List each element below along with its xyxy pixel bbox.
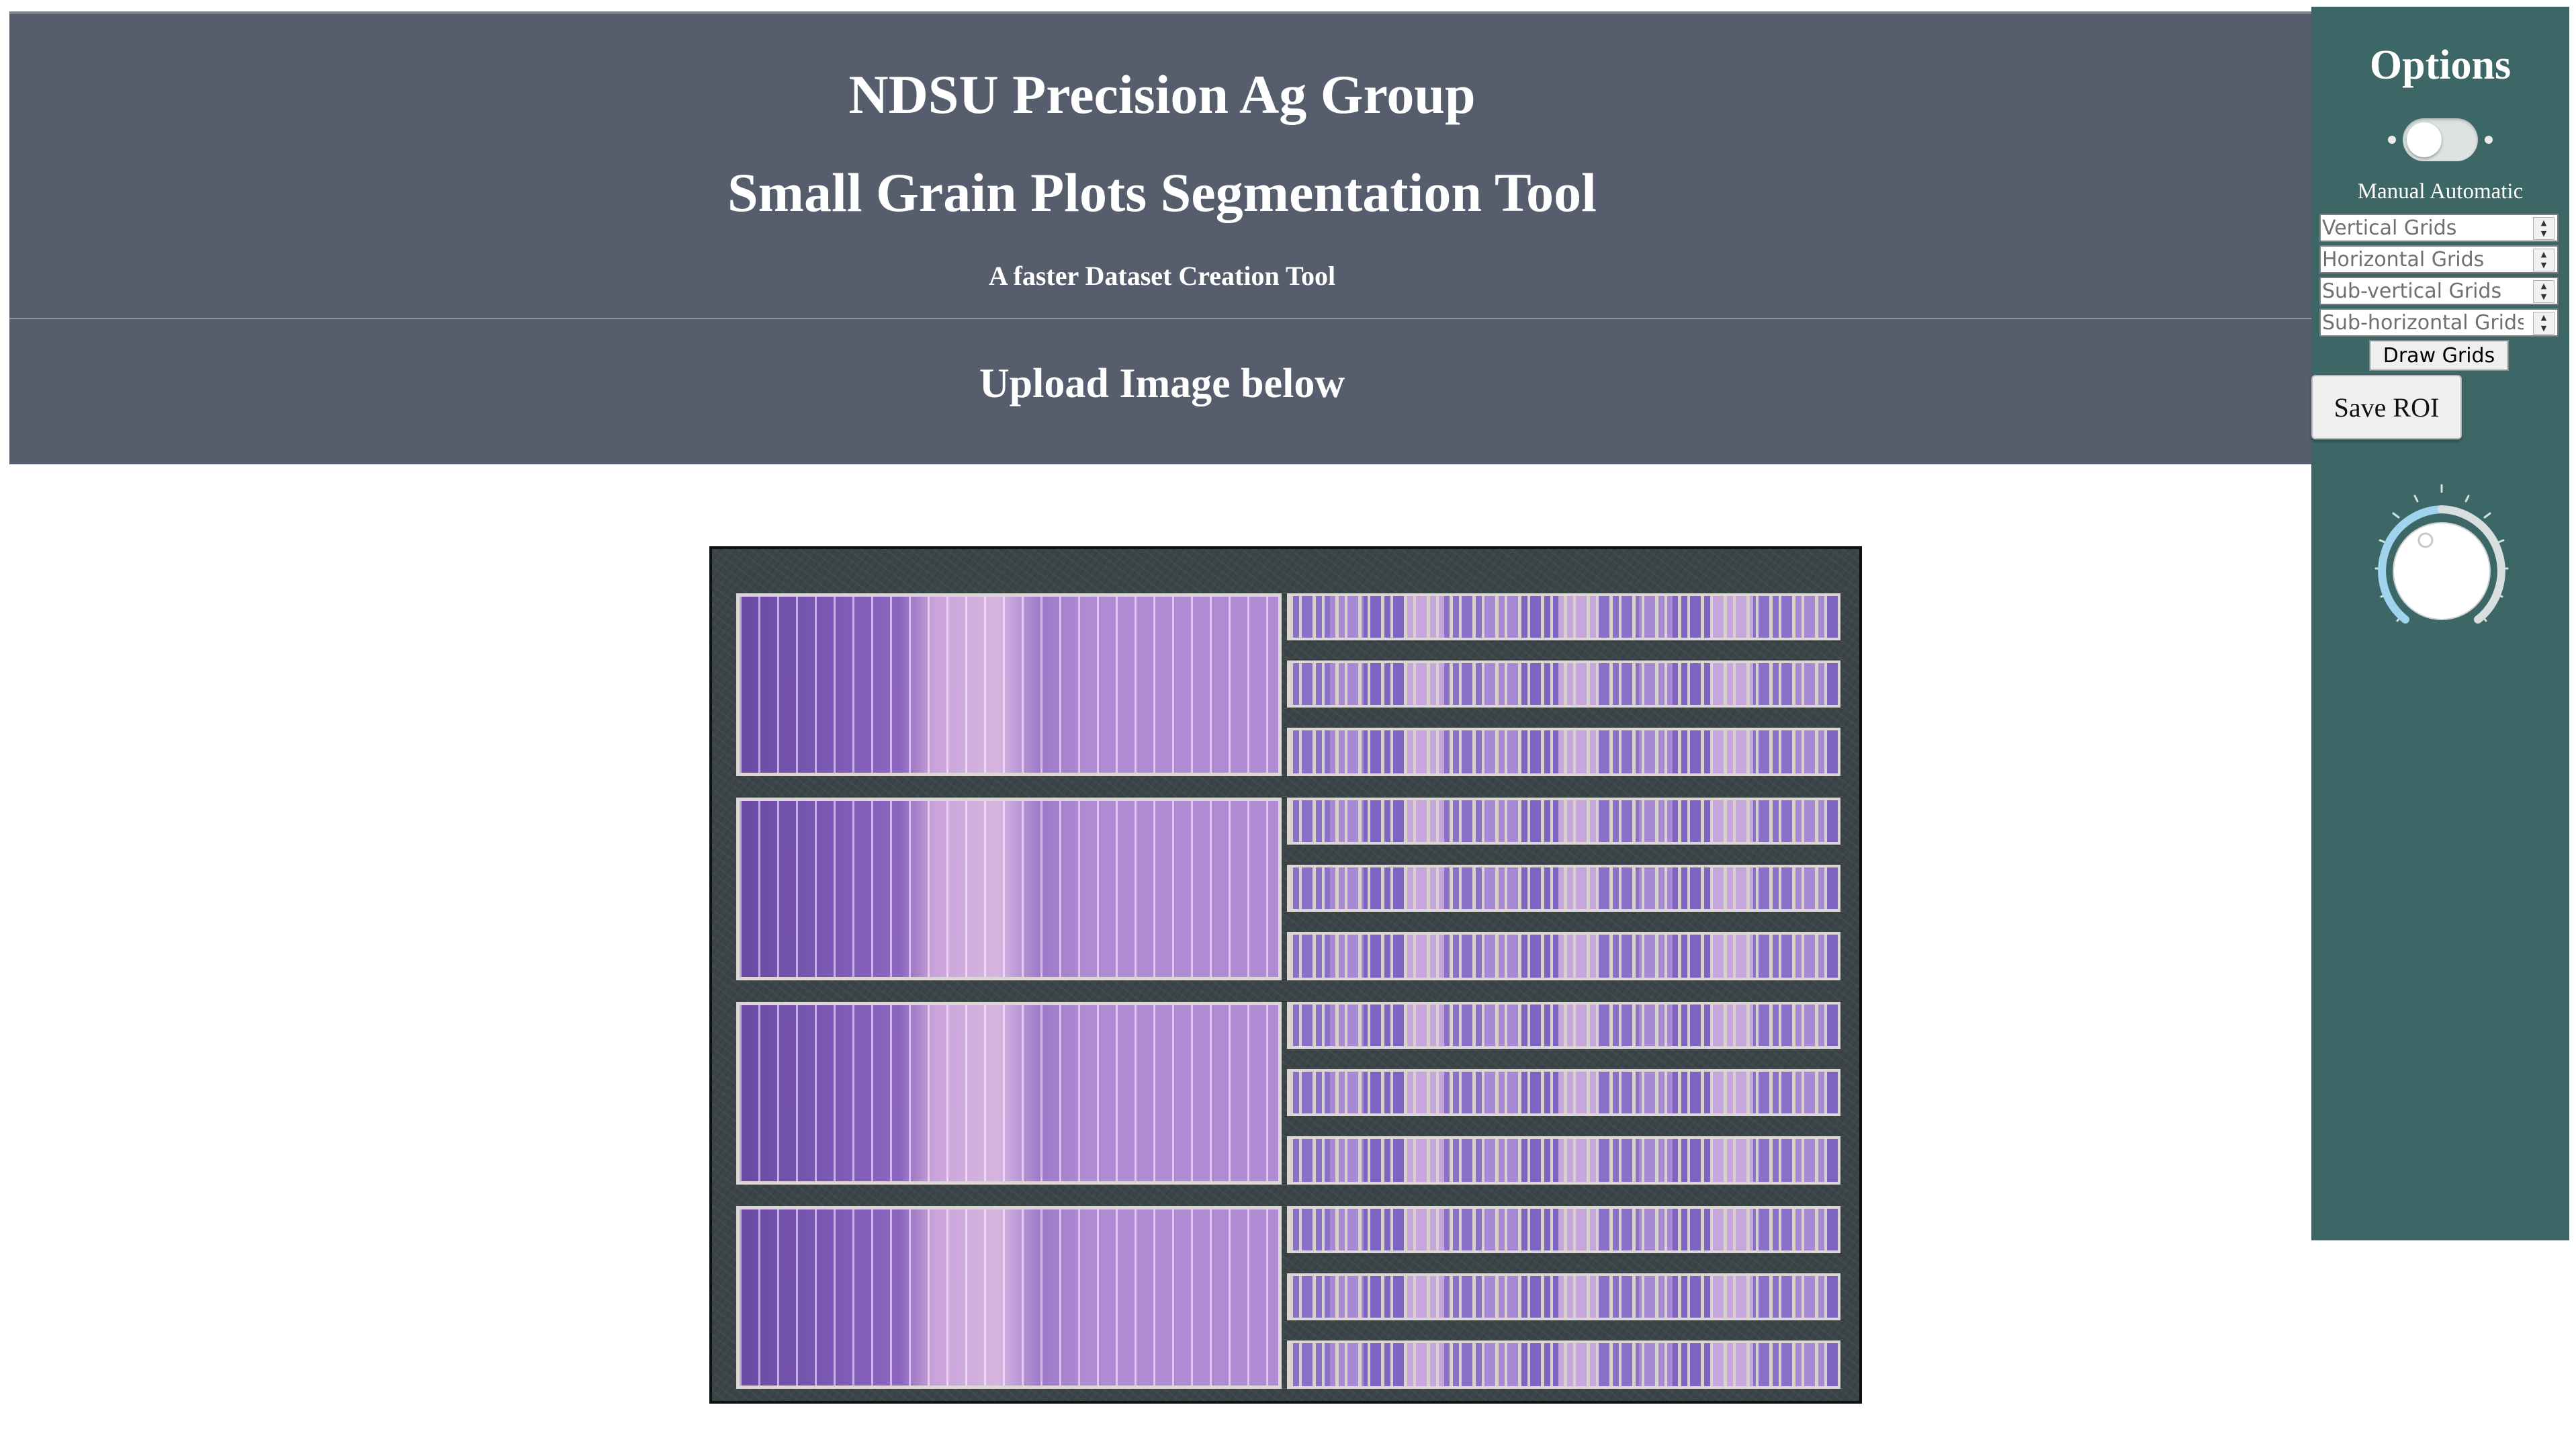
upload-label: Upload Image below: [979, 361, 1345, 407]
plot-range-dense: [736, 798, 1282, 980]
plot-row: [1287, 1136, 1840, 1185]
rotation-dial-icon[interactable]: [2331, 470, 2553, 665]
plot-range-dense: [736, 1002, 1282, 1185]
field-image[interactable]: [709, 546, 1862, 1404]
stepper-up-icon[interactable]: ▲: [2534, 249, 2554, 260]
header-banner: NDSU Precision Ag Group Small Grain Plot…: [9, 11, 2315, 464]
stepper-down-icon[interactable]: ▼: [2534, 292, 2554, 302]
plot-block: [736, 798, 1840, 980]
sub-vertical-grids-input[interactable]: [2322, 278, 2524, 304]
options-title: Options: [2369, 42, 2512, 88]
mode-toggle[interactable]: [2388, 112, 2493, 168]
plot-row: [1287, 1069, 1840, 1116]
stepper-down-icon[interactable]: ▼: [2534, 260, 2554, 271]
draw-grids-button[interactable]: Draw Grids: [2369, 340, 2509, 371]
options-panel: Options Manual Automatic ▲▼ ▲▼ ▲▼ ▲▼ Dra…: [2311, 7, 2569, 1240]
sub-horizontal-grids-field[interactable]: ▲▼: [2319, 308, 2559, 337]
page: NDSU Precision Ag Group Small Grain Plot…: [0, 0, 2576, 1448]
toggle-track[interactable]: [2403, 118, 2478, 161]
plot-row: [1287, 865, 1840, 912]
stepper-down-icon[interactable]: ▼: [2534, 323, 2554, 334]
horizontal-grids-input[interactable]: [2322, 247, 2524, 272]
toggle-right-dot: [2485, 136, 2493, 144]
plot-row: [1287, 1340, 1840, 1389]
plot-row: [1287, 798, 1840, 845]
plot-range-dense: [736, 1206, 1282, 1389]
plot-block: [736, 593, 1840, 776]
plot-row: [1287, 593, 1840, 640]
stepper[interactable]: ▲ ▼: [2533, 312, 2555, 335]
header-divider: [9, 318, 2315, 319]
plot-row: [1287, 728, 1840, 776]
plot-block: [736, 1206, 1840, 1389]
plot-range-dense: [736, 593, 1282, 776]
page-subtitle: Small Grain Plots Segmentation Tool: [727, 162, 1597, 223]
rotation-knob[interactable]: [2331, 470, 2553, 665]
save-roi-button[interactable]: Save ROI: [2311, 375, 2462, 439]
stepper[interactable]: ▲ ▼: [2533, 249, 2555, 271]
plot-block: [736, 1002, 1840, 1185]
sub-horizontal-grids-input[interactable]: [2322, 310, 2524, 335]
vertical-grids-field[interactable]: ▲▼: [2319, 214, 2559, 242]
stepper-up-icon[interactable]: ▲: [2534, 312, 2554, 323]
stepper[interactable]: ▲ ▼: [2533, 280, 2555, 303]
mode-labels: Manual Automatic: [2357, 179, 2524, 204]
plot-row: [1287, 1273, 1840, 1320]
tagline: A faster Dataset Creation Tool: [988, 261, 1336, 291]
sub-vertical-grids-field[interactable]: ▲▼: [2319, 277, 2559, 305]
toggle-left-dot: [2388, 136, 2396, 144]
horizontal-grids-field[interactable]: ▲▼: [2319, 245, 2559, 273]
toggle-knob[interactable]: [2407, 122, 2442, 157]
stepper-up-icon[interactable]: ▲: [2534, 281, 2554, 292]
page-title: NDSU Precision Ag Group: [848, 64, 1476, 125]
vertical-grids-input[interactable]: [2322, 215, 2524, 241]
stepper-down-icon[interactable]: ▼: [2534, 228, 2554, 239]
stepper-up-icon[interactable]: ▲: [2534, 218, 2554, 228]
stepper[interactable]: ▲ ▼: [2533, 217, 2555, 240]
plot-row: [1287, 1206, 1840, 1253]
plot-row: [1287, 661, 1840, 708]
plot-row: [1287, 1002, 1840, 1049]
plot-row: [1287, 932, 1840, 980]
